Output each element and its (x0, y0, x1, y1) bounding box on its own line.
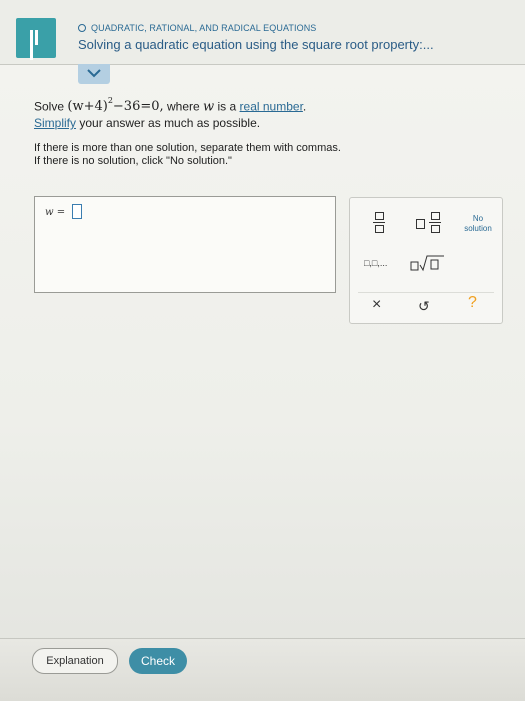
lesson-title: Solving a quadratic equation using the s… (78, 37, 434, 52)
check-button[interactable]: Check (129, 648, 187, 674)
instruction-line-1: If there is more than one solution, sepa… (34, 142, 341, 154)
period: . (302, 99, 307, 114)
answer-box[interactable]: w = (34, 196, 336, 293)
topic-header: QUADRATIC, RATIONAL, AND RADICAL EQUATIO… (78, 23, 316, 33)
top-bar: QUADRATIC, RATIONAL, AND RADICAL EQUATIO… (0, 0, 525, 65)
page: QUADRATIC, RATIONAL, AND RADICAL EQUATIO… (0, 0, 525, 701)
mixed-number-key[interactable] (416, 212, 446, 234)
math-keypad: No solution □,□,... × ↺ ? (349, 197, 503, 324)
instructions: If there is more than one solution, sepa… (34, 142, 341, 168)
equation: (w+4)2−36=0, (67, 96, 164, 115)
no-solution-label-2: solution (464, 224, 492, 233)
no-solution-label-1: No (472, 214, 484, 223)
solve-word: Solve (34, 99, 65, 114)
equation-left: (w+4) (67, 99, 108, 115)
real-number-link[interactable]: real number (240, 99, 303, 113)
instruction-line-2: If there is no solution, click "No solut… (34, 155, 232, 167)
help-button[interactable]: ? (468, 294, 477, 312)
undo-button[interactable]: ↺ (418, 298, 430, 315)
chevron-down-icon (87, 69, 101, 78)
collapse-toggle[interactable] (78, 64, 110, 84)
list-key[interactable]: □,□,... (364, 258, 387, 268)
clear-button[interactable]: × (372, 296, 381, 314)
fraction-key[interactable] (373, 212, 385, 234)
hamburger-icon (30, 30, 43, 60)
explanation-button[interactable]: Explanation (32, 648, 118, 674)
answer-label: w = (45, 207, 66, 218)
keypad-divider (358, 292, 494, 293)
is-a-text: is a (217, 99, 237, 114)
topic-title: QUADRATIC, RATIONAL, AND RADICAL EQUATIO… (91, 23, 317, 33)
problem-statement: Solve (w+4)2−36=0, where w is a real num… (34, 95, 306, 131)
where-text: where (166, 99, 200, 114)
answer-input[interactable] (72, 204, 82, 219)
equation-right: −36=0, (112, 99, 164, 115)
no-solution-button[interactable]: No solution (458, 214, 498, 234)
progress-circle-icon (78, 24, 86, 32)
square-root-key[interactable] (410, 254, 446, 277)
simplify-link[interactable]: Simplify (34, 116, 76, 130)
radical-icon (410, 255, 444, 272)
equation-exponent: 2 (107, 96, 113, 105)
variable-name: w (203, 99, 215, 115)
simplify-rest: your answer as much as possible. (79, 116, 261, 131)
menu-button[interactable] (16, 18, 56, 60)
